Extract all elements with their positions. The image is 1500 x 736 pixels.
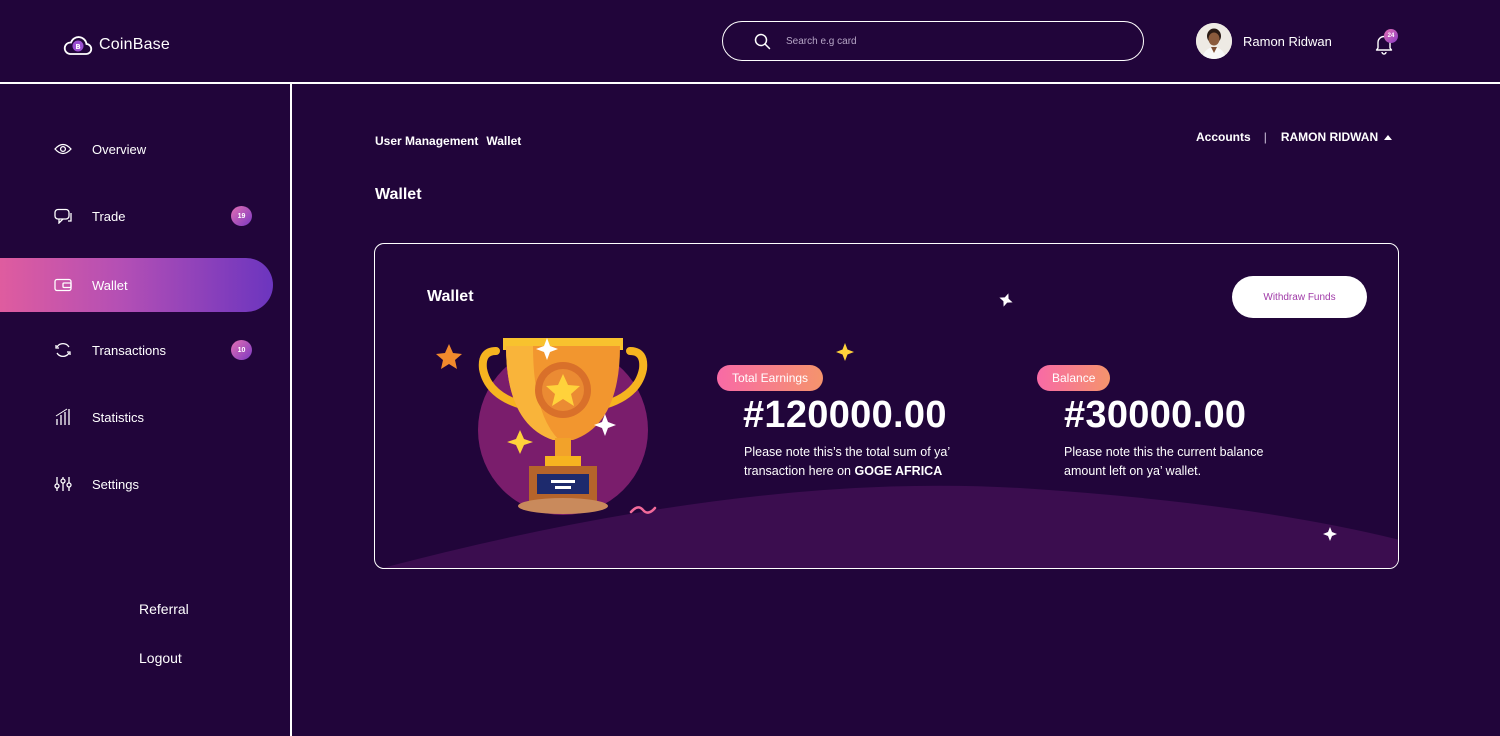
card-title: Wallet [427,288,474,305]
breadcrumb-parent[interactable]: User Management [375,134,478,148]
balance-note: Please note this the current balance amo… [1064,445,1264,478]
search-input[interactable] [786,35,1106,47]
logout-link[interactable]: Logout [139,650,182,666]
total-earnings-note: Please note this’s the total sum of ya’ … [744,443,984,481]
top-bar: B CoinBase Ramon Ridwan 24 [0,0,1500,84]
bar-chart-icon [54,408,72,426]
sidebar-item-label: Settings [92,476,139,492]
logo-text: CoinBase [99,36,170,53]
referral-link[interactable]: Referral [139,601,189,617]
sidebar-item-wallet[interactable]: Wallet [0,258,273,312]
page-title: Wallet [375,186,422,203]
sidebar-item-trade[interactable]: Trade 19 [0,189,273,243]
svg-text:B: B [75,43,80,51]
sidebar-item-label: Wallet [92,277,128,293]
sidebar-item-label: Transactions [92,342,166,358]
sliders-icon [54,475,72,493]
avatar-image [1196,23,1232,59]
avatar[interactable] [1196,23,1232,59]
sparkle-icon [1323,527,1337,541]
notification-badge: 24 [1384,29,1398,43]
user-name: Ramon Ridwan [1243,33,1332,49]
account-menu[interactable]: Accounts | RAMON RIDWAN [1196,130,1393,144]
sidebar-item-settings[interactable]: Settings [0,457,273,511]
sidebar-item-overview[interactable]: Overview [0,122,273,176]
trophy-illustration [436,338,657,515]
total-earnings-amount: #120000.00 [743,394,947,436]
chat-icon [54,207,72,225]
refresh-icon [54,341,72,359]
cloud-logo-icon: B [63,36,93,55]
breadcrumb-current[interactable]: Wallet [486,134,521,148]
breadcrumb: User Management Wallet [375,134,521,148]
accounts-link[interactable]: Accounts [1196,130,1251,144]
sidebar-item-transactions[interactable]: Transactions 10 [0,323,273,377]
sidebar-item-statistics[interactable]: Statistics [0,390,273,444]
sparkle-icon [836,343,854,361]
caret-up-icon[interactable] [1384,134,1393,140]
transactions-count-badge: 10 [231,340,252,360]
total-earnings-label: Total Earnings [717,365,824,391]
search-bar[interactable] [722,21,1144,61]
balance-label: Balance [1037,365,1111,391]
search-icon [754,33,771,49]
divider: | [1263,130,1267,144]
sidebar-item-label: Trade [92,208,126,224]
balance-amount: #30000.00 [1064,394,1247,436]
brand-name: GOGE AFRICA [854,464,943,478]
sparkle-icon [999,293,1013,307]
sidebar: Overview Trade 19 Wallet Transactions 10… [0,84,292,736]
wallet-icon [54,276,72,294]
eye-icon [54,140,72,158]
sidebar-item-label: Statistics [92,409,145,425]
account-user-name[interactable]: RAMON RIDWAN [1281,130,1378,144]
logo[interactable]: B CoinBase [63,33,170,57]
user-profile[interactable]: Ramon Ridwan [1196,23,1332,59]
sidebar-item-label: Overview [92,141,147,157]
trade-count-badge: 19 [231,206,252,226]
withdraw-funds-button[interactable]: Withdraw Funds [1232,276,1367,318]
wallet-card: Wallet Withdraw Funds Total Earnings #12… [374,243,1399,569]
